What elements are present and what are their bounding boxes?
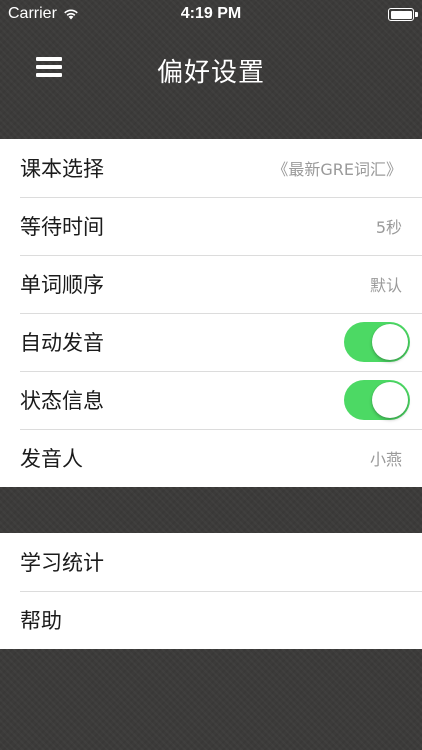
wait-time-value: 5秒 [375,218,402,237]
help-row[interactable]: 帮助 [0,591,422,649]
auto-pronounce-label: 自动发音 [20,331,104,355]
status-clock: 4:19 PM [180,5,242,22]
battery-icon [388,8,418,21]
status-info-label: 状态信息 [20,389,104,413]
auto-pronounce-toggle[interactable] [344,322,410,362]
status-info-toggle[interactable] [344,380,410,420]
learning-statistics-label: 学习统计 [20,551,104,575]
textbook-selection-value: 《最新GRE词汇》 [272,160,402,179]
status-bar: Carrier 4:19 PM [0,0,422,30]
speaker-label: 发音人 [20,447,83,471]
wait-time-row[interactable]: 等待时间 5秒 [0,197,422,255]
help-label: 帮助 [20,609,62,633]
navigation-bar: 偏好设置 [0,30,422,110]
toggle-knob [372,324,408,360]
textbook-selection-row[interactable]: 课本选择 《最新GRE词汇》 [0,139,422,197]
auto-pronounce-row: 自动发音 [0,313,422,371]
word-order-value: 默认 [369,276,402,295]
speaker-value: 小燕 [369,450,402,469]
learning-statistics-row[interactable]: 学习统计 [0,533,422,591]
preferences-group: 课本选择 《最新GRE词汇》 等待时间 5秒 单词顺序 默认 自动发音 状态信息… [0,139,422,487]
status-info-row: 状态信息 [0,371,422,429]
word-order-row[interactable]: 单词顺序 默认 [0,255,422,313]
toggle-knob [372,382,408,418]
extras-group: 学习统计 帮助 [0,533,422,649]
word-order-label: 单词顺序 [20,273,104,297]
speaker-row[interactable]: 发音人 小燕 [0,429,422,487]
textbook-selection-label: 课本选择 [20,157,104,181]
page-title: 偏好设置 [156,58,265,88]
wait-time-label: 等待时间 [20,215,104,239]
